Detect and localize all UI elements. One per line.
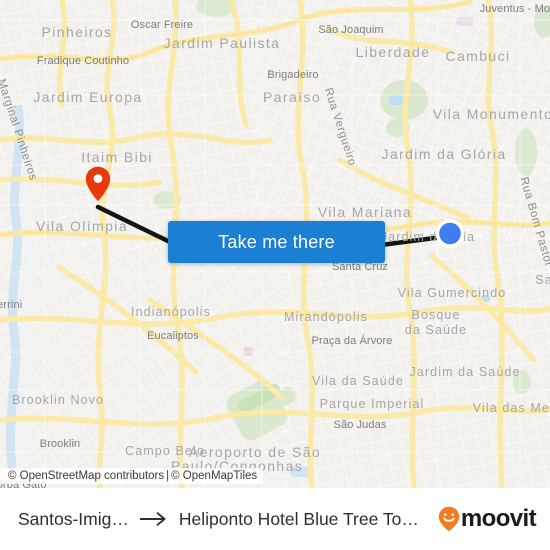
- bottom-route-bar: Santos-Imig… Heliponto Hotel Blue Tree T…: [0, 488, 550, 550]
- take-me-there-label: Take me there: [218, 231, 335, 252]
- origin-map-pin-icon[interactable]: [85, 166, 111, 207]
- moovit-map-screen: Pinheiros Oscar Freire Jardim Paulista São …: [0, 0, 550, 550]
- map-attribution: © OpenStreetMap contributors | © OpenMapTi…: [0, 463, 550, 488]
- take-me-there-button[interactable]: Take me there: [168, 221, 385, 263]
- circle-dot-icon: [435, 219, 465, 248]
- route-summary[interactable]: Santos-Imig… Heliponto Hotel Blue Tree T…: [18, 509, 428, 530]
- moovit-logo[interactable]: moovit: [438, 505, 537, 533]
- map-canvas[interactable]: Pinheiros Oscar Freire Jardim Paulista São …: [0, 0, 550, 488]
- destination-map-dot-icon[interactable]: [434, 218, 466, 255]
- arrow-right-icon: [139, 511, 169, 527]
- moovit-smile-pin-icon: [438, 506, 460, 532]
- osm-attribution-link[interactable]: © OpenStreetMap contributors: [8, 470, 164, 482]
- openmaptiles-attribution-link[interactable]: © OpenMapTiles: [171, 470, 257, 482]
- route-destination-label: Heliponto Hotel Blue Tree Towers F…: [178, 508, 428, 529]
- route-origin-label: Santos-Imig…: [18, 508, 129, 529]
- moovit-wordmark: moovit: [460, 505, 537, 532]
- map-pin-icon: [85, 166, 111, 202]
